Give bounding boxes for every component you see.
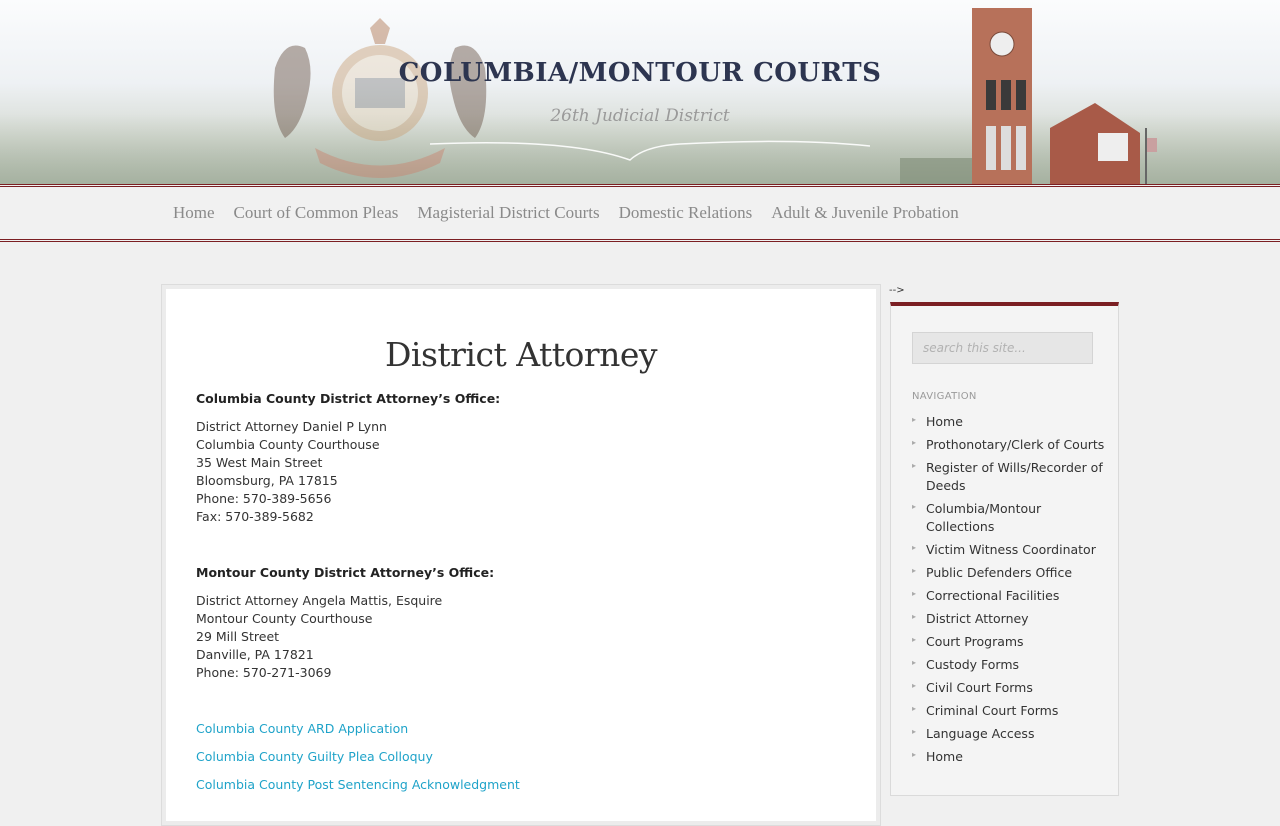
sidebar-nav-heading: NAVIGATION — [912, 391, 977, 402]
main-content: District Attorney Columbia County Distri… — [161, 284, 881, 826]
bullet-icon: ▸ — [912, 612, 917, 621]
address-line: Montour County Courthouse — [196, 611, 373, 626]
sidebar-item-district-attorney[interactable]: District Attorney — [926, 610, 1106, 628]
bullet-icon: ▸ — [912, 750, 917, 759]
nav-item-adult-juvenile-probation[interactable]: Adult & Juvenile Probation — [771, 203, 958, 223]
ard-application-link[interactable]: Columbia County ARD Application — [196, 721, 408, 736]
phone-line: Phone: 570-389-5656 — [196, 491, 332, 506]
sidebar-item-home-2[interactable]: Home — [926, 748, 1106, 766]
bullet-icon: ▸ — [912, 566, 917, 575]
guilty-plea-colloquy-link[interactable]: Columbia County Guilty Plea Colloquy — [196, 749, 433, 764]
sidebar-item-victim-witness[interactable]: Victim Witness Coordinator — [926, 541, 1106, 559]
sidebar-item-prothonotary[interactable]: Prothonotary/Clerk of Courts — [926, 436, 1106, 454]
bullet-icon: ▸ — [912, 658, 917, 667]
address-line: District Attorney Daniel P Lynn — [196, 419, 387, 434]
sidebar-item-language-access[interactable]: Language Access — [926, 725, 1106, 743]
address-line: District Attorney Angela Mattis, Esquire — [196, 593, 443, 608]
sidebar-item-court-programs[interactable]: Court Programs — [926, 633, 1106, 651]
montour-office-heading: Montour County District Attorney’s Offic… — [196, 565, 495, 580]
sidebar-item-register-of-wills[interactable]: Register of Wills/Recorder of Deeds — [926, 459, 1106, 495]
sidebar-item-collections[interactable]: Columbia/Montour Collections — [926, 500, 1106, 536]
bullet-icon: ▸ — [912, 461, 917, 470]
page-title: District Attorney — [384, 335, 658, 374]
columbia-office-heading: Columbia County District Attorney’s Offi… — [196, 391, 501, 406]
sidebar-item-public-defenders[interactable]: Public Defenders Office — [926, 564, 1106, 582]
sidebar-item-civil-court-forms[interactable]: Civil Court Forms — [926, 679, 1106, 697]
bullet-icon: ▸ — [912, 635, 917, 644]
nav-item-court-of-common-pleas[interactable]: Court of Common Pleas — [234, 203, 399, 223]
phone-line: Phone: 570-271-3069 — [196, 665, 332, 680]
main-navigation: Home Court of Common Pleas Magisterial D… — [0, 184, 1280, 242]
bullet-icon: ▸ — [912, 589, 917, 598]
bullet-icon: ▸ — [912, 681, 917, 690]
stray-comment-text: --> — [889, 285, 905, 296]
address-line: 29 Mill Street — [196, 629, 280, 644]
courthouse-image — [900, 8, 1157, 184]
site-subtitle: 26th Judicial District — [550, 106, 730, 126]
sidebar-item-criminal-court-forms[interactable]: Criminal Court Forms — [926, 702, 1106, 720]
sidebar-item-custody-forms[interactable]: Custody Forms — [926, 656, 1106, 674]
site-header: COLUMBIA/MONTOUR COURTS 26th Judicial Di… — [0, 0, 1280, 184]
address-line: Columbia County Courthouse — [196, 437, 380, 452]
site-title[interactable]: COLUMBIA/MONTOUR COURTS — [0, 58, 1280, 88]
bullet-icon: ▸ — [912, 727, 917, 736]
address-line: 35 West Main Street — [196, 455, 323, 470]
post-sentencing-acknowledgment-link[interactable]: Columbia County Post Sentencing Acknowle… — [196, 777, 520, 792]
search-input[interactable] — [912, 332, 1093, 364]
bullet-icon: ▸ — [912, 438, 917, 447]
sidebar-item-home[interactable]: Home — [926, 413, 1106, 431]
fax-line: Fax: 570-389-5682 — [196, 509, 314, 524]
sidebar-item-correctional-facilities[interactable]: Correctional Facilities — [926, 587, 1106, 605]
bullet-icon: ▸ — [912, 704, 917, 713]
sidebar: NAVIGATION ▸ Home ▸ Prothonotary/Clerk o… — [890, 302, 1119, 796]
bullet-icon: ▸ — [912, 543, 917, 552]
decorative-swoosh — [430, 140, 870, 161]
bullet-icon: ▸ — [912, 415, 917, 424]
nav-item-home[interactable]: Home — [173, 203, 215, 223]
nav-item-magisterial-district-courts[interactable]: Magisterial District Courts — [417, 203, 599, 223]
address-line: Danville, PA 17821 — [196, 647, 314, 662]
bullet-icon: ▸ — [912, 502, 917, 511]
nav-item-domestic-relations[interactable]: Domestic Relations — [619, 203, 753, 223]
address-line: Bloomsburg, PA 17815 — [196, 473, 338, 488]
